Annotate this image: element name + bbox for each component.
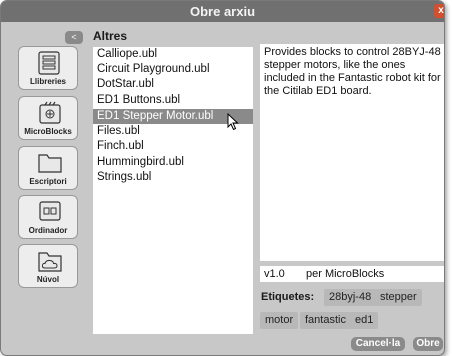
file-list[interactable]: Calliope.ubl Circuit Playground.ubl DotS… — [93, 47, 253, 334]
folder-title: Altres — [93, 29, 128, 43]
tag-chip[interactable]: motor — [260, 312, 299, 329]
back-button[interactable]: < — [65, 31, 83, 44]
computer-icon — [39, 201, 61, 221]
open-button[interactable]: Obre — [413, 337, 443, 351]
sidebar-item-desktop[interactable]: Escriptori — [18, 146, 78, 190]
sidebar-item-microblocks[interactable]: MicroBlocks — [18, 96, 78, 140]
file-list-item[interactable]: Circuit Playground.ubl — [93, 62, 253, 77]
library-description: Provides blocks to control 28BYJ-48 step… — [260, 44, 444, 261]
close-button[interactable]: x — [434, 4, 444, 18]
microblocks-icon — [39, 101, 61, 124]
tag-chip[interactable]: ed1 — [350, 312, 379, 329]
sidebar-item-label: Llibreries — [29, 77, 66, 86]
sidebar-item-label: Ordinador — [28, 226, 68, 235]
tag-chip[interactable]: fantastic — [300, 312, 351, 329]
library-version: v1.0 — [264, 268, 285, 280]
sidebar-item-computer[interactable]: Ordinador — [18, 195, 78, 239]
library-version-row: v1.0 per MicroBlocks — [260, 266, 444, 282]
sidebar-item-label: Escriptori — [29, 177, 67, 186]
sidebar-item-cloud[interactable]: Núvol — [18, 244, 78, 288]
file-list-item[interactable]: DotStar.ubl — [93, 77, 253, 92]
file-list-item[interactable]: Finch.ubl — [93, 139, 253, 154]
cancel-button[interactable]: Cancel·la — [351, 337, 405, 351]
file-list-item[interactable]: Hummingbird.ubl — [93, 155, 253, 170]
library-author: per MicroBlocks — [306, 268, 385, 280]
open-file-dialog: Obre arxiu x < Altres Llibreries MicroBl… — [0, 0, 445, 356]
sidebar-item-libraries[interactable]: Llibreries — [18, 46, 78, 90]
library-icon — [38, 51, 60, 75]
file-list-item[interactable]: Strings.ubl — [93, 170, 253, 185]
tag-chip[interactable]: 28byj-48 — [324, 289, 377, 306]
tag-chip[interactable]: stepper — [375, 289, 422, 306]
folder-icon — [38, 154, 62, 173]
tags-label: Etiquetes: — [261, 291, 315, 303]
dialog-title: Obre arxiu — [189, 4, 256, 19]
sidebar-item-label: Núvol — [36, 275, 60, 284]
sidebar-item-label: MicroBlocks — [24, 127, 72, 136]
mouse-pointer-icon — [227, 113, 239, 131]
cloud-icon — [38, 252, 62, 272]
file-list-item[interactable]: ED1 Buttons.ubl — [93, 93, 253, 108]
dialog-titlebar[interactable]: Obre arxiu x — [1, 1, 444, 22]
file-list-item[interactable]: Calliope.ubl — [93, 47, 253, 62]
